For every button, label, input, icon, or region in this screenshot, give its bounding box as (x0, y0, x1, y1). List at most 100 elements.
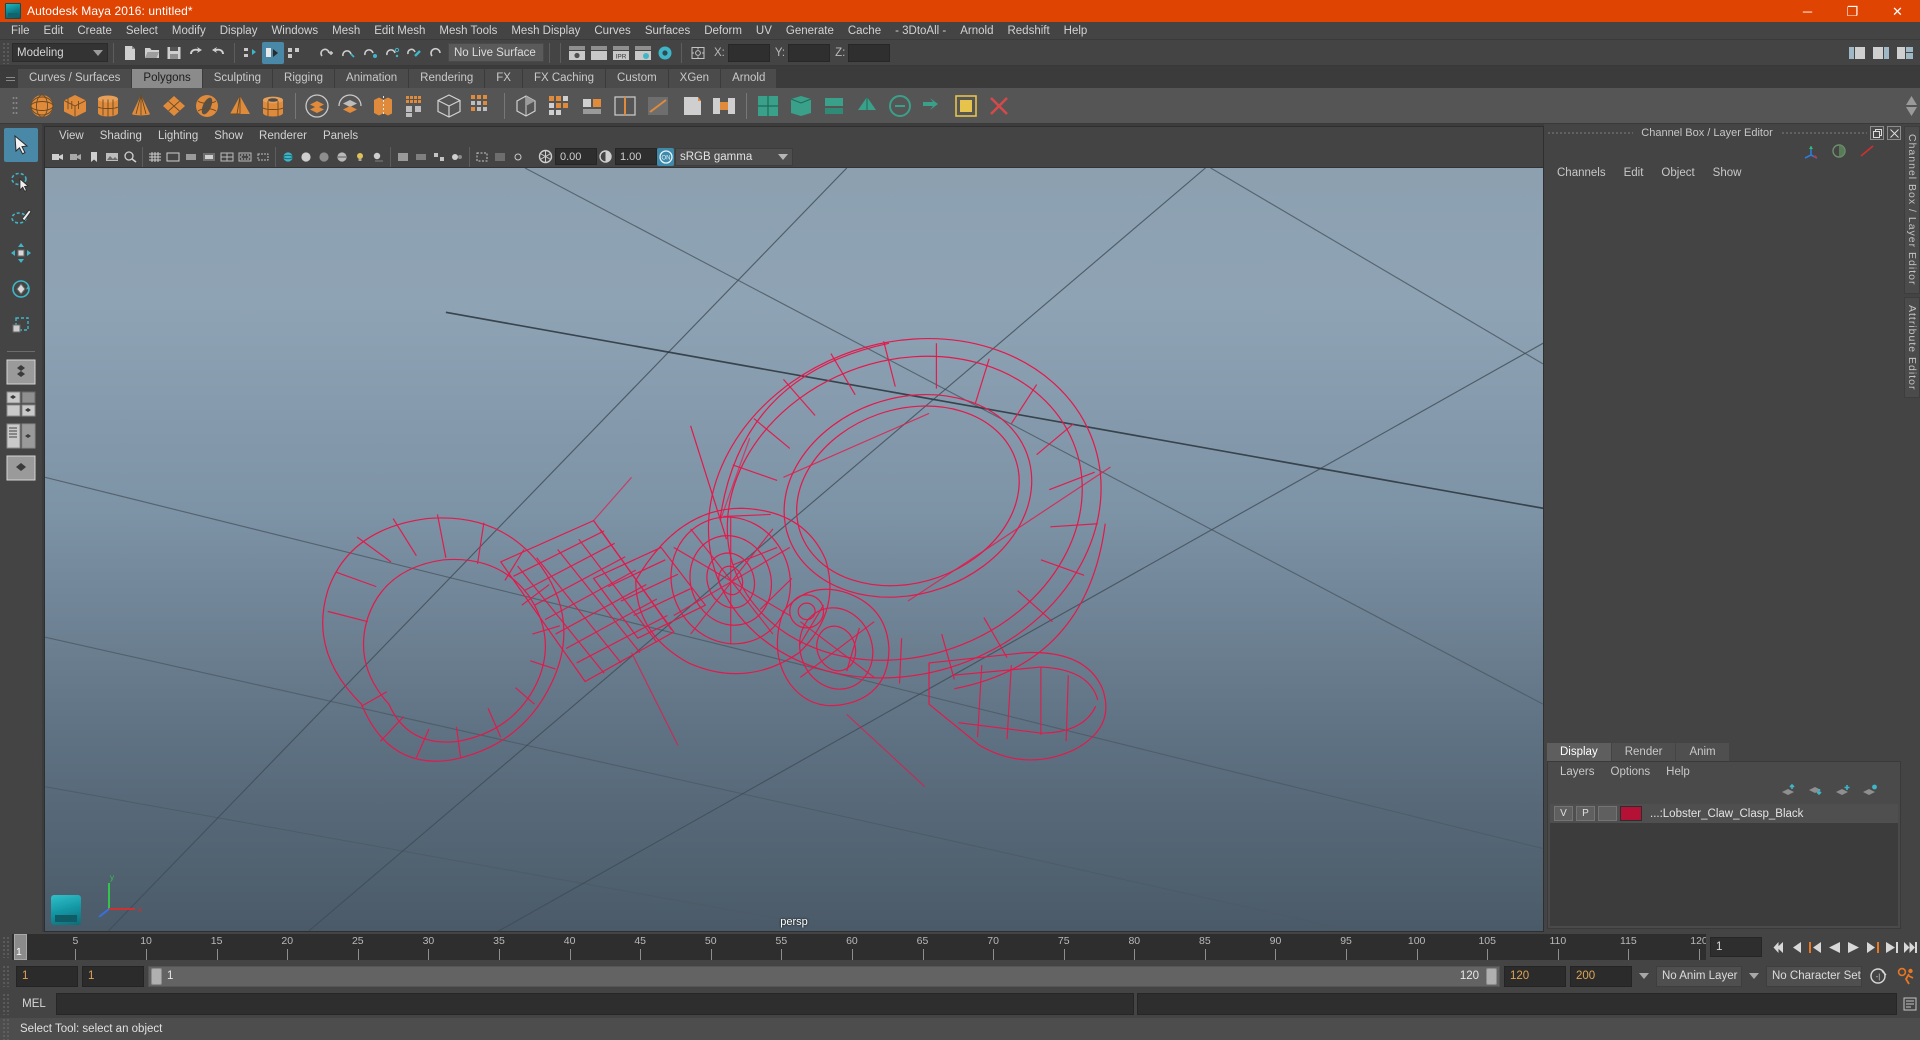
poly-cylinder-icon[interactable] (92, 90, 124, 122)
shelf-tab-sculpting[interactable]: Sculpting (202, 69, 274, 88)
character-set-chevron-down-icon[interactable] (1746, 966, 1762, 987)
shelf-grip[interactable] (4, 91, 26, 121)
layer-display-type-toggle[interactable] (1598, 806, 1617, 821)
display-layer-list[interactable]: V P ...:Lobster_Claw_Clasp_Black (1550, 804, 1898, 926)
shelf-tab-polygons[interactable]: Polygons (132, 69, 203, 88)
coord-x-field[interactable] (727, 43, 770, 62)
delete-edge-icon[interactable] (983, 90, 1015, 122)
playback-end-field[interactable]: 120 (1504, 965, 1566, 987)
snap-to-view-plane-icon[interactable] (404, 42, 426, 64)
go-to-end-icon[interactable] (1901, 936, 1920, 958)
coord-z-field[interactable] (848, 43, 891, 62)
transform-channels-icon[interactable] (1802, 143, 1820, 162)
bevel-icon[interactable] (675, 90, 707, 122)
layer-row[interactable]: V P ...:Lobster_Claw_Clasp_Black (1550, 804, 1898, 823)
select-by-object-icon[interactable] (262, 41, 284, 64)
new-layer-from-selected-icon[interactable] (1862, 784, 1878, 800)
isolate-select-icon[interactable] (473, 148, 490, 166)
restore-icon[interactable] (1870, 126, 1884, 140)
image-plane-icon[interactable] (103, 148, 120, 166)
safe-action-icon[interactable] (236, 148, 253, 166)
poly-pyramid-icon[interactable] (224, 90, 256, 122)
wireframe-icon[interactable] (279, 148, 296, 166)
poly-uv-icon[interactable] (752, 90, 784, 122)
gamma-icon[interactable] (597, 148, 614, 166)
shelf-tab-animation[interactable]: Animation (335, 69, 410, 88)
menu-create[interactable]: Create (70, 22, 119, 40)
select-camera-icon[interactable] (49, 148, 66, 166)
menu-windows[interactable]: Windows (264, 22, 325, 40)
rotate-tool[interactable] (4, 272, 38, 306)
rangeslider-grip[interactable] (2, 965, 10, 987)
statusline-grip[interactable] (2, 41, 10, 64)
current-frame-field[interactable]: 1 (1710, 937, 1762, 957)
menuset-selector[interactable]: Modeling (12, 43, 108, 62)
tab-display[interactable]: Display (1547, 743, 1611, 761)
bookmarks-icon[interactable] (85, 148, 102, 166)
timeslider-grip[interactable] (2, 936, 10, 958)
live-surface-field[interactable]: No Live Surface (448, 43, 544, 62)
exposure-field[interactable]: 0.00 (555, 148, 597, 165)
subdiv-proxy-icon[interactable] (466, 90, 498, 122)
helpline-grip[interactable] (2, 1018, 10, 1040)
color-management-toggle-icon[interactable]: ON (657, 147, 674, 166)
layer-menu-layers[interactable]: Layers (1552, 762, 1603, 782)
layout-hypershade-persp[interactable] (6, 455, 36, 484)
play-backwards-icon[interactable] (1825, 936, 1844, 958)
shelf-tab-rendering[interactable]: Rendering (409, 69, 486, 88)
quad-draw-icon[interactable] (818, 90, 850, 122)
character-set-field[interactable]: No Character Set (1766, 965, 1862, 987)
menu-surfaces[interactable]: Surfaces (638, 22, 697, 40)
channelbox-menu-object[interactable]: Object (1652, 162, 1703, 184)
vtab-attribute-editor[interactable]: Attribute Editor (1904, 296, 1920, 398)
viewport-menu-lighting[interactable]: Lighting (150, 127, 206, 146)
vtab-channel-box-layer-editor[interactable]: Channel Box / Layer Editor (1904, 126, 1920, 294)
menu-uv[interactable]: UV (749, 22, 779, 40)
auto-keyframe-icon[interactable]: -| (1866, 966, 1890, 987)
layer-visibility-toggle[interactable]: V (1554, 806, 1573, 821)
select-by-component-icon[interactable] (284, 42, 306, 64)
move-layer-down-icon[interactable] (1808, 784, 1824, 800)
shelf-tab-grip[interactable] (2, 66, 18, 88)
shelf-scroll-buttons[interactable] (1906, 95, 1920, 116)
shadows-icon[interactable] (369, 148, 386, 166)
maximize-button[interactable]: ❐ (1830, 0, 1875, 22)
scale-tool[interactable] (4, 308, 38, 342)
layer-menu-help[interactable]: Help (1658, 762, 1698, 782)
command-input[interactable] (56, 993, 1134, 1015)
shelf-tab-xgen[interactable]: XGen (668, 69, 722, 88)
grid-toggle-icon[interactable] (146, 148, 163, 166)
dock-drag-dots-right[interactable] (1780, 130, 1867, 136)
save-scene-icon[interactable] (163, 42, 185, 64)
transform-pivot-icon[interactable] (687, 42, 709, 64)
mirror-geometry-icon[interactable] (510, 90, 542, 122)
menu-arnold[interactable]: Arnold (953, 22, 1000, 40)
viewport-menu-panels[interactable]: Panels (315, 127, 366, 146)
shape-channels-icon[interactable] (1830, 143, 1848, 162)
menu-file[interactable]: File (4, 22, 37, 40)
poly-pipe-icon[interactable] (257, 90, 289, 122)
menu-cache[interactable]: Cache (841, 22, 888, 40)
booleans-icon[interactable] (400, 90, 432, 122)
poly-torus-icon[interactable] (191, 90, 223, 122)
viewport-menu-renderer[interactable]: Renderer (251, 127, 315, 146)
menu-generate[interactable]: Generate (779, 22, 841, 40)
menu-help[interactable]: Help (1057, 22, 1095, 40)
layer-menu-options[interactable]: Options (1603, 762, 1659, 782)
menu-mesh-tools[interactable]: Mesh Tools (432, 22, 504, 40)
exposure-icon[interactable] (537, 148, 554, 166)
make-live-icon[interactable] (426, 42, 448, 64)
layout-four-view[interactable] (6, 391, 36, 420)
layer-color-swatch[interactable] (1620, 806, 1642, 821)
anim-layer-field[interactable]: No Anim Layer (1656, 965, 1742, 987)
multisample-icon[interactable] (430, 148, 447, 166)
playback-start-field[interactable]: 1 (82, 965, 144, 987)
xray-icon[interactable] (491, 148, 508, 166)
extract-icon[interactable] (367, 90, 399, 122)
range-end-handle[interactable] (1486, 967, 1497, 985)
channel-box-content[interactable] (1544, 184, 1904, 741)
multi-cut-icon[interactable] (642, 90, 674, 122)
textured-icon[interactable] (333, 148, 350, 166)
select-by-hierarchy-icon[interactable] (240, 42, 262, 64)
two-d-pan-zoom-icon[interactable] (121, 148, 138, 166)
